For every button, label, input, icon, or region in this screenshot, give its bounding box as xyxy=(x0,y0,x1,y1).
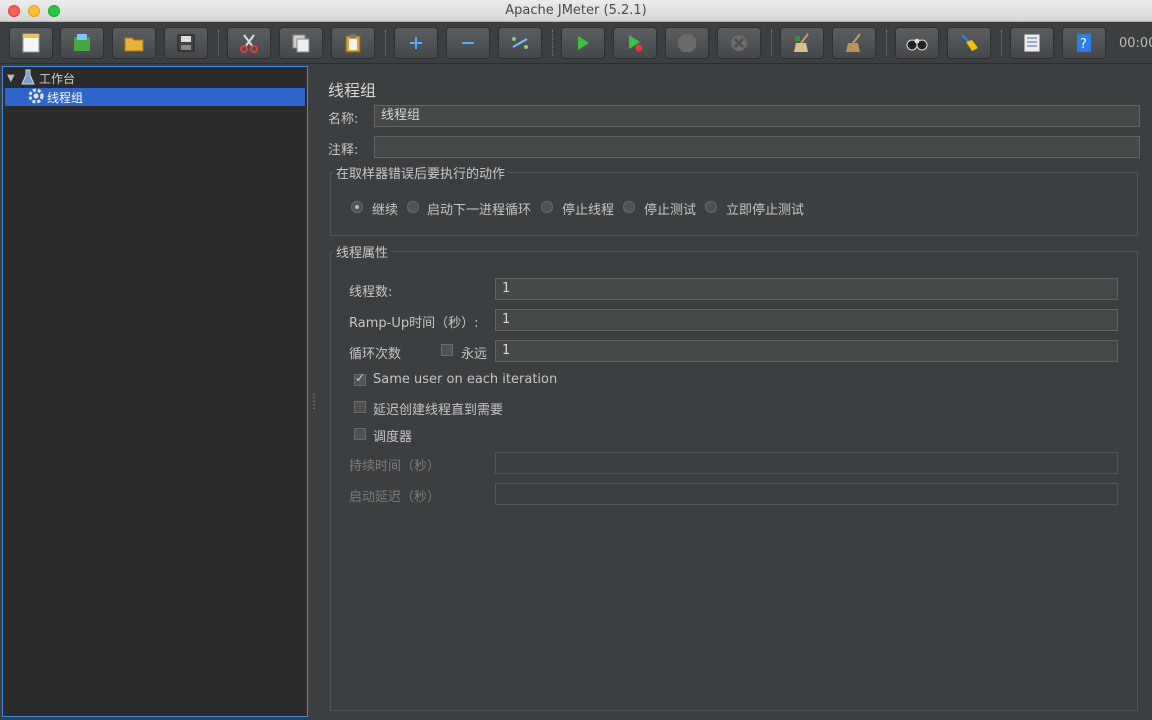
minus-icon xyxy=(460,35,476,51)
shutdown-button[interactable] xyxy=(717,27,761,59)
thread-group-panel: 线程组 名称: 线程组 注释: 在取样器错误后要执行的动作 继续 启动下一进程循… xyxy=(316,66,1152,720)
tree-node-workbench[interactable]: ▼ 工作台 xyxy=(7,69,75,87)
tree-node-thread-group-label: 线程组 xyxy=(47,90,84,105)
thread-count-label: 线程数: xyxy=(349,285,393,300)
start-no-pauses-button[interactable] xyxy=(613,27,657,59)
window-title-bar: Apache JMeter (5.2.1) xyxy=(0,0,1152,22)
startup-delay-field[interactable] xyxy=(495,483,1118,505)
copy-icon xyxy=(291,33,311,53)
thread-count-field[interactable]: 1 xyxy=(495,278,1118,300)
search-button[interactable] xyxy=(895,27,939,59)
tree-node-workbench-label: 工作台 xyxy=(39,71,76,86)
function-helper-button[interactable] xyxy=(1010,27,1054,59)
rampup-label: Ramp-Up时间（秒）: xyxy=(349,316,479,331)
open-folder-icon xyxy=(124,34,144,52)
window-title: Apache JMeter (5.2.1) xyxy=(505,3,647,18)
comment-field[interactable] xyxy=(374,136,1140,158)
sampler-error-action-title: 在取样器错误后要执行的动作 xyxy=(333,163,509,182)
forever-label: 永远 xyxy=(461,347,488,362)
broom-icon xyxy=(792,33,812,53)
radio-stop-test-now[interactable] xyxy=(705,201,717,213)
toggle-button[interactable] xyxy=(498,27,542,59)
new-button[interactable] xyxy=(9,27,53,59)
paste-button[interactable] xyxy=(331,27,375,59)
pane-splitter[interactable]: ⋮ ⋮ xyxy=(309,394,319,411)
open-button[interactable] xyxy=(112,27,156,59)
delay-thread-creation-label: 延迟创建线程直到需要 xyxy=(373,403,504,418)
scheduler-label: 调度器 xyxy=(373,430,413,445)
loop-count-label: 循环次数 xyxy=(349,347,402,362)
stop-icon xyxy=(677,33,697,53)
eraser-icon xyxy=(959,33,979,53)
thread-properties-title: 线程属性 xyxy=(333,242,392,261)
page-title: 线程组 xyxy=(328,81,377,100)
floppy-disk-icon xyxy=(177,34,195,52)
clear-button[interactable] xyxy=(780,27,824,59)
radio-stop-test-label: 停止测试 xyxy=(644,203,697,218)
duration-field[interactable] xyxy=(495,452,1118,474)
gear-icon xyxy=(27,87,47,108)
reset-search-button[interactable] xyxy=(947,27,991,59)
delay-thread-creation-checkbox[interactable] xyxy=(354,401,366,413)
plus-icon xyxy=(408,35,424,51)
loop-count-field[interactable]: 1 xyxy=(495,340,1118,362)
rampup-field[interactable]: 1 xyxy=(495,309,1118,331)
same-user-checkbox[interactable] xyxy=(354,371,366,386)
toolbar: ? 00:00 xyxy=(0,22,1152,64)
radio-start-next-loop[interactable] xyxy=(407,201,419,213)
expand-all-button[interactable] xyxy=(394,27,438,59)
new-document-icon xyxy=(22,33,40,53)
startup-delay-label: 启动延迟（秒） xyxy=(349,490,441,505)
scheduler-checkbox[interactable] xyxy=(354,428,366,440)
toggle-icon xyxy=(510,35,530,51)
shutdown-icon xyxy=(730,34,748,52)
broom-all-icon xyxy=(844,33,864,53)
binoculars-icon xyxy=(906,35,928,51)
stop-button[interactable] xyxy=(665,27,709,59)
same-user-label: Same user on each iteration xyxy=(373,372,558,387)
cut-button[interactable] xyxy=(227,27,271,59)
flask-icon xyxy=(21,69,39,88)
start-button[interactable] xyxy=(561,27,605,59)
list-icon xyxy=(1023,33,1041,53)
collapse-all-button[interactable] xyxy=(446,27,490,59)
help-button[interactable]: ? xyxy=(1062,27,1106,59)
save-button[interactable] xyxy=(164,27,208,59)
scissors-icon xyxy=(239,33,259,53)
radio-stop-thread-label: 停止线程 xyxy=(562,203,615,218)
radio-stop-test[interactable] xyxy=(623,201,635,213)
radio-start-next-loop-label: 启动下一进程循环 xyxy=(427,203,532,218)
forever-checkbox[interactable] xyxy=(441,344,453,356)
radio-stop-thread[interactable] xyxy=(541,201,553,213)
radio-stop-test-now-label: 立即停止测试 xyxy=(726,203,805,218)
play-icon xyxy=(575,35,591,51)
templates-icon xyxy=(72,33,92,53)
comment-label: 注释: xyxy=(328,143,359,158)
elapsed-timer: 00:00 xyxy=(1119,36,1152,51)
play-no-timers-icon xyxy=(626,34,644,52)
help-icon: ? xyxy=(1076,33,1092,53)
clipboard-icon xyxy=(344,33,362,53)
svg-text:?: ? xyxy=(1080,37,1087,52)
duration-label: 持续时间（秒） xyxy=(349,459,441,474)
clear-all-button[interactable] xyxy=(832,27,876,59)
tree-node-thread-group[interactable]: 线程组 xyxy=(5,88,305,106)
templates-button[interactable] xyxy=(60,27,104,59)
copy-button[interactable] xyxy=(279,27,323,59)
radio-continue[interactable] xyxy=(351,201,363,213)
name-label: 名称: xyxy=(328,112,359,127)
name-field[interactable]: 线程组 xyxy=(374,105,1140,127)
expand-arrow-icon[interactable]: ▼ xyxy=(7,73,21,84)
radio-continue-label: 继续 xyxy=(372,203,399,218)
test-plan-tree: ▼ 工作台 线程组 xyxy=(2,66,308,717)
